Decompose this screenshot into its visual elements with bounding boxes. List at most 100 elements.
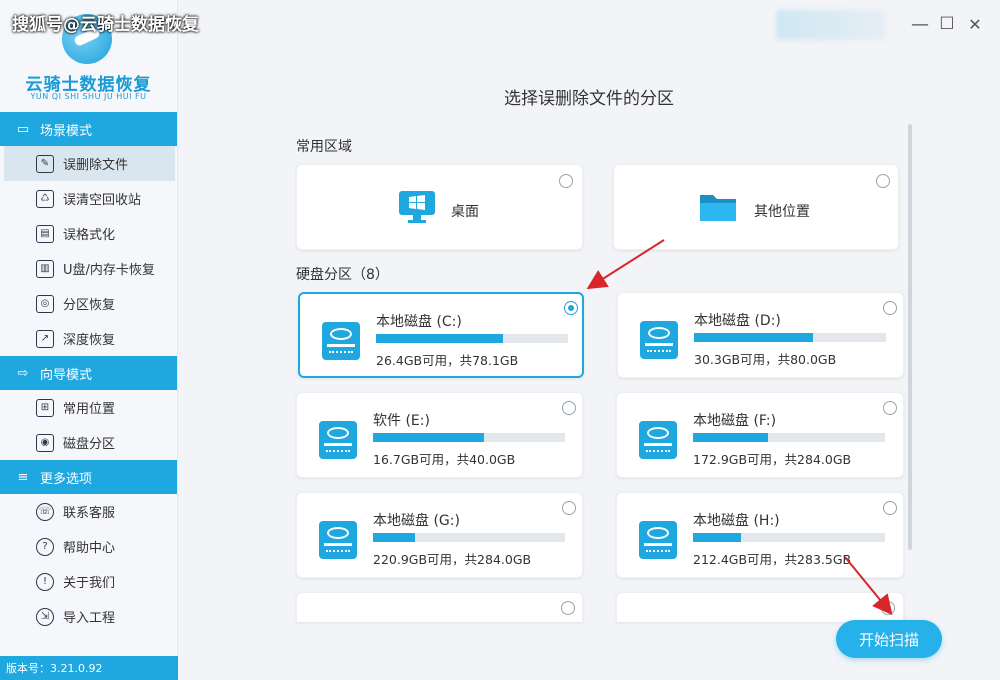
sidebar-item-label: 误清空回收站 bbox=[63, 193, 142, 208]
sidebar-item-recycle-bin[interactable]: ♺ 误清空回收站 bbox=[0, 181, 177, 216]
sidebar-item-label: 常用位置 bbox=[63, 402, 116, 417]
disk-radio[interactable] bbox=[883, 401, 897, 415]
disk-radio[interactable] bbox=[883, 501, 897, 515]
radio-other-location[interactable] bbox=[876, 174, 890, 188]
disk-usage-fill bbox=[693, 433, 768, 442]
sidebar-item-label: 联系客服 bbox=[63, 506, 116, 521]
monitor-icon: ▭ bbox=[16, 121, 30, 137]
disk-card[interactable]: 本地磁盘 (H:) 212.4GB可用，共283.5GB bbox=[616, 492, 904, 578]
disk-capacity: 26.4GB可用，共78.1GB bbox=[376, 353, 519, 368]
logo-subtitle: YUN QI SHI SHU JU HUI FU bbox=[30, 92, 147, 101]
disk-card[interactable]: 本地磁盘 (D:) 30.3GB可用，共80.0GB bbox=[617, 292, 904, 378]
disk-capacity: 220.9GB可用，共284.0GB bbox=[373, 552, 532, 567]
blurred-account-area bbox=[776, 10, 886, 40]
folder-icon bbox=[700, 195, 736, 221]
sidebar-item-label: 磁盘分区 bbox=[63, 437, 116, 452]
section-title: 场景模式 bbox=[40, 123, 93, 139]
disk-radio[interactable] bbox=[562, 401, 576, 415]
disk-name: 本地磁盘 (D:) bbox=[694, 313, 781, 329]
disk-name: 本地磁盘 (F:) bbox=[693, 413, 777, 429]
sidebar-item-label: 导入工程 bbox=[63, 611, 116, 626]
sidebar-item-deep-recovery[interactable]: ↗ 深度恢复 bbox=[0, 321, 177, 356]
windows-location-icon: ⊞ bbox=[36, 398, 54, 417]
sidebar-item-label: 关于我们 bbox=[63, 576, 116, 591]
hard-disk-icon bbox=[319, 521, 357, 559]
import-icon: ⇲ bbox=[36, 607, 54, 626]
location-label: 其他位置 bbox=[754, 204, 810, 220]
sidebar-item-label: 帮助中心 bbox=[63, 541, 116, 556]
usb-card-icon: ▥ bbox=[36, 259, 54, 278]
info-icon: ! bbox=[36, 572, 54, 591]
section-more-options: ≡ 更多选项 bbox=[0, 460, 177, 494]
sidebar-item-disk-partitions[interactable]: ◉ 磁盘分区 bbox=[0, 425, 177, 460]
location-label: 桌面 bbox=[451, 204, 479, 220]
sidebar-item-contact-support[interactable]: ☏ 联系客服 bbox=[0, 494, 177, 529]
location-card-other[interactable]: 其他位置 bbox=[613, 164, 899, 250]
sidebar-item-label: U盘/内存卡恢复 bbox=[63, 263, 155, 278]
sidebar-item-about-us[interactable]: ! 关于我们 bbox=[0, 564, 177, 599]
page-title: 选择误删除文件的分区 bbox=[504, 89, 674, 109]
disk-usage-bar bbox=[373, 433, 565, 442]
section-title: 更多选项 bbox=[40, 471, 93, 487]
disk-capacity: 172.9GB可用，共284.0GB bbox=[693, 452, 852, 467]
section-wizard-mode: ⇨ 向导模式 bbox=[0, 356, 177, 390]
sidebar-item-help-center[interactable]: ? 帮助中心 bbox=[0, 529, 177, 564]
sidebar-item-usb-card[interactable]: ▥ U盘/内存卡恢复 bbox=[0, 251, 177, 286]
disk-usage-bar bbox=[694, 333, 886, 342]
disk-usage-fill bbox=[693, 533, 741, 542]
disk-usage-bar bbox=[693, 533, 885, 542]
sidebar: 云骑士数据恢复 YUN QI SHI SHU JU HUI FU ▭ 场景模式 … bbox=[0, 0, 178, 680]
minimize-button[interactable]: — bbox=[910, 14, 930, 35]
radio-disk-partial[interactable] bbox=[561, 601, 575, 615]
disk-partitions-label: 硬盘分区（8） bbox=[296, 267, 389, 283]
sidebar-item-label: 分区恢复 bbox=[63, 298, 116, 313]
disk-card-partial[interactable] bbox=[616, 592, 904, 622]
radio-desktop[interactable] bbox=[559, 174, 573, 188]
version-label: 版本号：3.21.0.92 bbox=[0, 656, 178, 680]
disk-name: 本地磁盘 (H:) bbox=[693, 513, 780, 529]
disk-usage-fill bbox=[694, 333, 814, 342]
menu-icon: ≡ bbox=[17, 469, 29, 485]
hard-disk-icon bbox=[640, 321, 678, 359]
close-button[interactable]: ✕ bbox=[965, 14, 985, 34]
disk-card-partial[interactable] bbox=[296, 592, 583, 622]
format-disk-icon: ▤ bbox=[36, 224, 54, 243]
common-area-label: 常用区域 bbox=[296, 139, 352, 155]
hard-disk-icon bbox=[639, 421, 677, 459]
sidebar-item-common-locations[interactable]: ⊞ 常用位置 bbox=[0, 390, 177, 425]
sidebar-item-partition-recovery[interactable]: ◎ 分区恢复 bbox=[0, 286, 177, 321]
disk-radio[interactable] bbox=[883, 301, 897, 315]
disk-card[interactable]: 软件 (E:) 16.7GB可用，共40.0GB bbox=[296, 392, 583, 478]
sidebar-item-label: 深度恢复 bbox=[63, 333, 116, 348]
sidebar-item-label: 误删除文件 bbox=[63, 158, 129, 173]
section-title: 向导模式 bbox=[40, 367, 93, 383]
disk-card[interactable]: 本地磁盘 (G:) 220.9GB可用，共284.0GB bbox=[296, 492, 583, 578]
watermark-text: 搜狐号@云骑士数据恢复 bbox=[12, 15, 199, 35]
sidebar-item-format[interactable]: ▤ 误格式化 bbox=[0, 216, 177, 251]
disk-name: 本地磁盘 (C:) bbox=[376, 314, 462, 330]
signpost-icon: ⇨ bbox=[17, 365, 29, 381]
disk-radio[interactable] bbox=[562, 501, 576, 515]
hard-disk-icon bbox=[639, 521, 677, 559]
disk-usage-fill bbox=[373, 433, 485, 442]
disk-card[interactable]: 本地磁盘 (F:) 172.9GB可用，共284.0GB bbox=[616, 392, 904, 478]
disk-usage-bar bbox=[376, 334, 568, 343]
file-delete-icon: ✎ bbox=[36, 154, 54, 173]
disk-usage-bar bbox=[693, 433, 885, 442]
disk-name: 软件 (E:) bbox=[373, 413, 430, 429]
disk-radio[interactable] bbox=[564, 301, 578, 315]
radio-disk-partial[interactable] bbox=[881, 601, 895, 615]
disk-card[interactable]: 本地磁盘 (C:) 26.4GB可用，共78.1GB bbox=[298, 292, 584, 378]
disk-partition-icon: ◉ bbox=[36, 433, 54, 452]
scrollbar[interactable] bbox=[908, 124, 912, 550]
disk-usage-bar bbox=[373, 533, 565, 542]
section-scene-mode: ▭ 场景模式 bbox=[0, 112, 177, 146]
disk-usage-fill bbox=[376, 334, 503, 343]
maximize-button[interactable]: ☐ bbox=[937, 14, 957, 34]
start-scan-button[interactable]: 开始扫描 bbox=[836, 620, 942, 658]
sidebar-item-deleted-files[interactable]: ✎ 误删除文件 bbox=[4, 146, 175, 181]
sidebar-item-import-project[interactable]: ⇲ 导入工程 bbox=[0, 599, 177, 634]
desktop-icon bbox=[399, 191, 435, 223]
location-card-desktop[interactable]: 桌面 bbox=[296, 164, 583, 250]
disk-name: 本地磁盘 (G:) bbox=[373, 513, 460, 529]
